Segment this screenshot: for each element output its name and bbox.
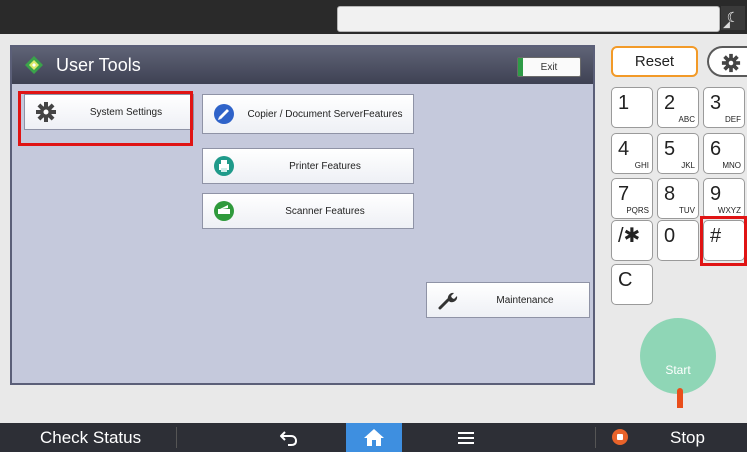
moon-icon[interactable]: ☾ ◢ xyxy=(721,6,745,30)
key-4[interactable]: 4 GHI xyxy=(611,133,653,174)
key-6[interactable]: 6 MNO xyxy=(703,133,745,174)
copier-label-line2: Features xyxy=(363,108,403,120)
copier-label-line1: Copier / Document Server xyxy=(247,108,364,120)
key-digit: 0 xyxy=(664,225,676,247)
exit-button[interactable]: Exit xyxy=(517,57,581,77)
key-hash[interactable]: # xyxy=(703,220,745,261)
maintenance-label: Maintenance xyxy=(496,294,554,306)
exit-indicator xyxy=(518,58,523,76)
key-digit: 2 xyxy=(664,92,676,114)
maintenance-button[interactable]: Maintenance xyxy=(426,282,590,318)
back-icon[interactable] xyxy=(279,429,299,447)
scanner-features-label: Scanner Features xyxy=(285,205,365,217)
user-tools-panel: User Tools Exit System Settings Copier /… xyxy=(10,45,595,385)
key-clear[interactable]: C xyxy=(611,264,653,305)
reset-button[interactable]: Reset xyxy=(611,46,698,77)
printer-icon xyxy=(214,156,234,176)
key-digit: 5 xyxy=(664,138,676,160)
settings-gear-button[interactable] xyxy=(707,46,747,77)
system-settings-button[interactable]: System Settings xyxy=(24,94,194,130)
key-letters: TUV xyxy=(679,206,695,215)
key-letters: ABC xyxy=(678,115,695,124)
exit-label: Exit xyxy=(540,62,558,73)
key-8[interactable]: 8 TUV xyxy=(657,178,699,219)
divider xyxy=(595,427,596,448)
screen: ☾ ◢ User Tools Exit System Settings Copi… xyxy=(0,0,747,452)
printer-features-label: Printer Features xyxy=(289,160,361,172)
key-3[interactable]: 3 DEF xyxy=(703,87,745,128)
key-digit: # xyxy=(710,225,722,247)
key-slash-star[interactable]: /✱ xyxy=(611,220,653,261)
key-9[interactable]: 9 WXYZ xyxy=(703,178,745,219)
menu-icon[interactable] xyxy=(458,431,474,445)
wrench-icon xyxy=(438,292,458,310)
start-label: Start xyxy=(665,363,691,377)
gear-icon xyxy=(36,102,56,122)
home-button[interactable] xyxy=(346,423,402,452)
divider xyxy=(176,427,177,448)
stop-icon xyxy=(612,429,628,445)
copier-document-server-features-button[interactable]: Copier / Document Server Features xyxy=(202,94,414,134)
check-status-button[interactable]: Check Status xyxy=(40,423,141,452)
scanner-features-button[interactable]: Scanner Features xyxy=(202,193,414,229)
key-digit: 6 xyxy=(710,138,722,160)
key-0[interactable]: 0 xyxy=(657,220,699,261)
printer-features-button[interactable]: Printer Features xyxy=(202,148,414,184)
key-7[interactable]: 7 PQRS xyxy=(611,178,653,219)
key-digit: 9 xyxy=(710,183,722,205)
top-status-bar: ☾ ◢ xyxy=(0,0,747,34)
home-icon xyxy=(364,429,384,446)
key-letters: DEF xyxy=(725,115,741,124)
stop-button[interactable]: Stop xyxy=(670,423,705,452)
system-settings-label: System Settings xyxy=(89,106,163,118)
key-digit: 7 xyxy=(618,183,630,205)
key-letters: JKL xyxy=(681,161,695,170)
copier-document-server-label: Copier / Document Server Features xyxy=(243,95,407,133)
message-field xyxy=(337,6,720,32)
key-5[interactable]: 5 JKL xyxy=(657,133,699,174)
key-digit: 3 xyxy=(710,92,722,114)
key-digit: C xyxy=(618,269,633,291)
panel-title: User Tools xyxy=(56,55,141,75)
key-letters: GHI xyxy=(634,161,649,170)
scanner-icon xyxy=(214,201,234,221)
key-letters: MNO xyxy=(722,161,741,170)
user-tools-logo-icon xyxy=(25,56,43,74)
start-indicator xyxy=(677,388,683,408)
key-1[interactable]: 1 xyxy=(611,87,653,128)
copier-icon xyxy=(214,104,234,124)
panel-header: User Tools Exit xyxy=(12,47,593,84)
key-letters: PQRS xyxy=(626,206,649,215)
bottom-bar: Check Status Stop xyxy=(0,423,747,452)
panel-body: System Settings Copier / Document Server… xyxy=(12,84,593,383)
key-2[interactable]: 2 ABC xyxy=(657,87,699,128)
key-digit: 4 xyxy=(618,138,630,160)
key-digit: /✱ xyxy=(618,225,641,247)
gear-icon xyxy=(721,53,741,73)
key-letters: WXYZ xyxy=(717,206,741,215)
key-digit: 1 xyxy=(618,92,630,114)
start-button[interactable]: Start xyxy=(640,318,716,394)
key-digit: 8 xyxy=(664,183,676,205)
